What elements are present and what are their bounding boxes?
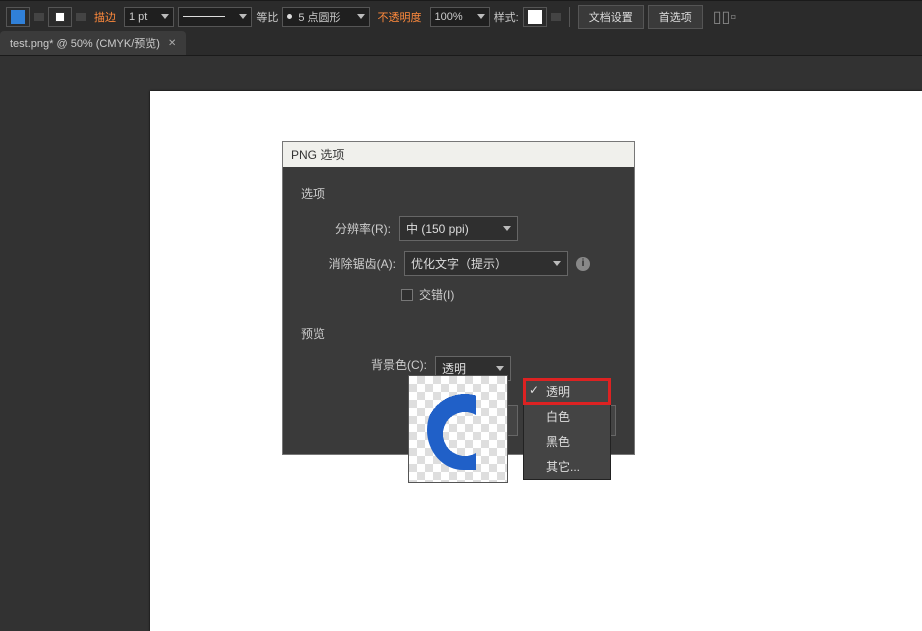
close-icon[interactable]: ✕ <box>168 38 176 49</box>
opacity-label: 不透明度 <box>374 9 426 25</box>
stroke-dd[interactable] <box>76 13 86 21</box>
stroke-swatch[interactable] <box>48 7 72 27</box>
style-dd[interactable] <box>551 13 561 21</box>
stroke-width[interactable]: 1 pt <box>124 7 174 27</box>
interlace-label: 交错(I) <box>419 286 454 303</box>
bg-option-other[interactable]: 其它... <box>524 454 610 479</box>
bgcolor-dropdown: 透明 白色 黑色 其它... <box>523 378 611 480</box>
brush-combo[interactable]: 5 点圆形 <box>282 7 369 27</box>
antialias-label: 消除锯齿(A): <box>306 255 396 272</box>
preview-graphic <box>427 390 497 470</box>
antialias-combo[interactable]: 优化文字（提示） <box>404 251 568 276</box>
fill-swatch[interactable] <box>6 7 30 27</box>
doc-setup-button[interactable]: 文档设置 <box>578 5 644 29</box>
opacity-value[interactable]: 100% <box>430 7 490 27</box>
style-swatch[interactable] <box>523 7 547 27</box>
resolution-label: 分辨率(R): <box>301 220 391 237</box>
bgcolor-label: 背景色(C): <box>371 356 427 373</box>
interlace-checkbox[interactable] <box>401 289 413 301</box>
tab-title: test.png* @ 50% (CMYK/预览) <box>10 35 160 51</box>
preview-thumbnail <box>408 375 508 483</box>
options-toolbar: 描边 1 pt 等比 5 点圆形 不透明度 100% 样式: 文档设置 首选项 … <box>0 0 922 32</box>
bg-option-white[interactable]: 白色 <box>524 404 610 429</box>
resolution-combo[interactable]: 中 (150 ppi) <box>399 216 518 241</box>
document-tabs: test.png* @ 50% (CMYK/预览) ✕ <box>0 32 922 56</box>
style-label: 样式: <box>494 9 519 25</box>
stroke-label: 描边 <box>90 9 120 25</box>
dash-combo[interactable] <box>178 7 252 27</box>
bg-option-transparent[interactable]: 透明 <box>524 379 610 404</box>
dash-label: 等比 <box>256 9 278 25</box>
dialog-title: PNG 选项 <box>283 142 634 167</box>
bg-option-black[interactable]: 黑色 <box>524 429 610 454</box>
section-options: 选项 <box>301 185 616 202</box>
document-tab[interactable]: test.png* @ 50% (CMYK/预览) ✕ <box>0 31 186 55</box>
prefs-button[interactable]: 首选项 <box>648 5 703 29</box>
info-icon[interactable]: i <box>576 257 590 271</box>
section-preview: 预览 <box>301 325 616 342</box>
fill-dd[interactable] <box>34 13 44 21</box>
align-icon[interactable]: ▯▯▫ <box>713 7 736 27</box>
